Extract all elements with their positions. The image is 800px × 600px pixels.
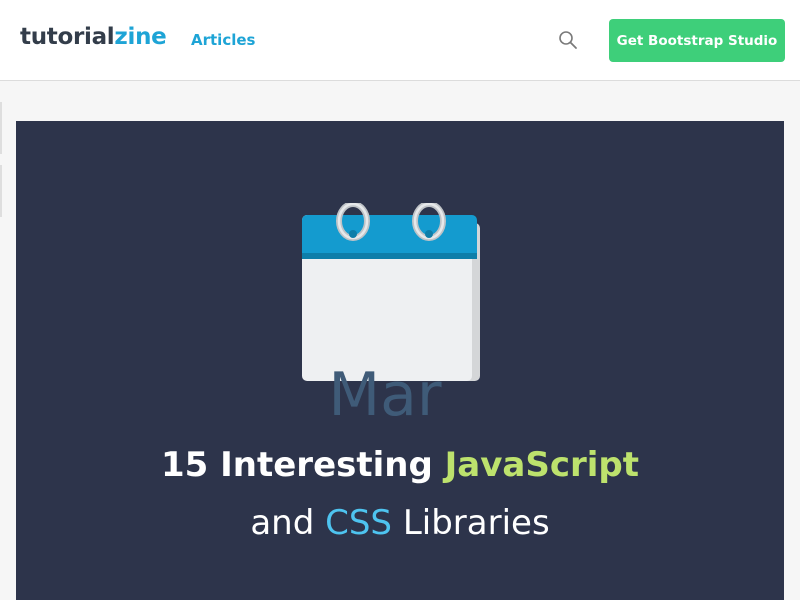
- article-title-line2[interactable]: and CSS Libraries: [16, 501, 784, 545]
- search-button[interactable]: [555, 27, 581, 53]
- title-text-and: and: [250, 503, 326, 543]
- calendar-icon: Mar: [302, 201, 484, 427]
- side-tab-lower[interactable]: [0, 165, 2, 217]
- search-icon: [559, 31, 577, 49]
- calendar-month-label: Mar: [328, 360, 442, 430]
- title-text-prefix: 15 Interesting: [160, 445, 445, 485]
- featured-article-hero[interactable]: Mar 15 Interesting JavaScript and CSS Li…: [16, 121, 784, 600]
- get-bootstrap-studio-button[interactable]: Get Bootstrap Studio: [609, 19, 785, 62]
- logo-text-tutorial: tutorial: [20, 24, 115, 50]
- title-highlight-javascript: JavaScript: [444, 445, 640, 485]
- top-navbar: tutorialzine Articles Get Bootstrap Stud…: [0, 0, 800, 81]
- site-logo[interactable]: tutorialzine: [20, 22, 167, 52]
- logo-text-zine: zine: [114, 24, 167, 50]
- title-text-libraries: Libraries: [392, 503, 550, 543]
- title-highlight-css: CSS: [325, 503, 393, 543]
- side-tab-upper[interactable]: [0, 102, 2, 154]
- nav-articles-link[interactable]: Articles: [191, 30, 255, 50]
- article-title-line1[interactable]: 15 Interesting JavaScript: [16, 443, 784, 487]
